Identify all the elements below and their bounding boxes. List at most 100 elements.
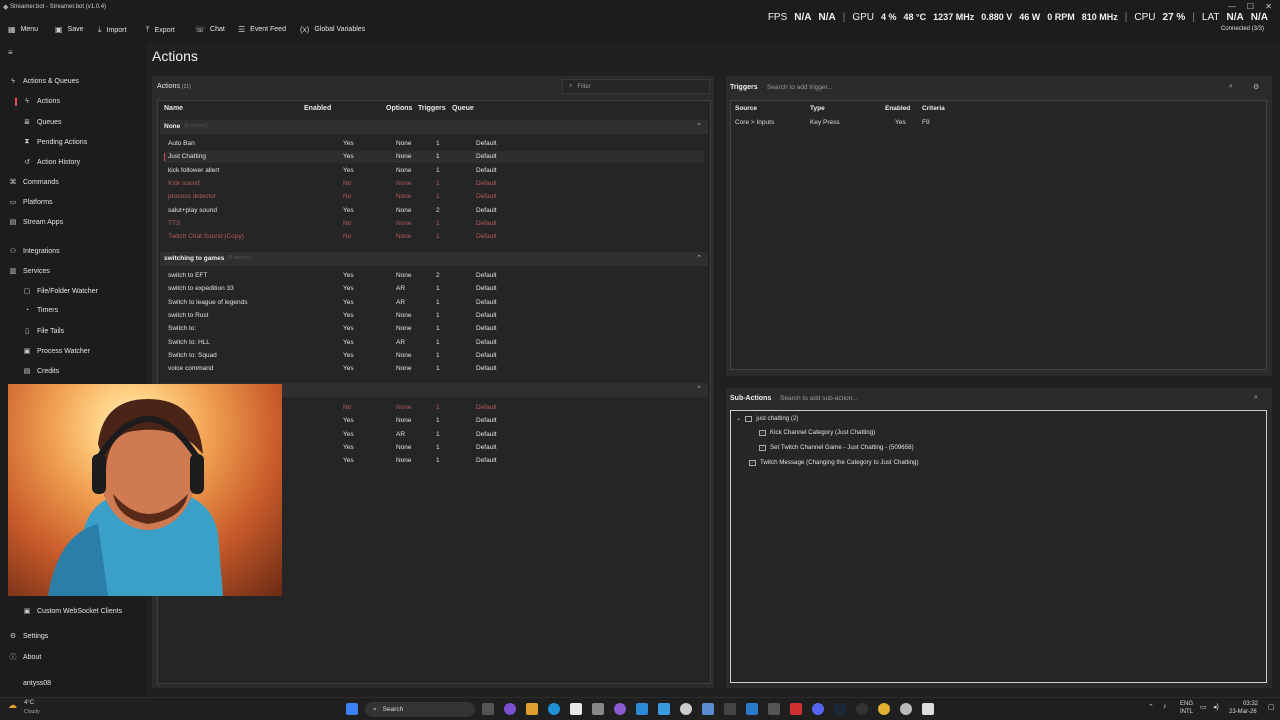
column-header-criteria[interactable]: Criteria <box>922 105 945 112</box>
subaction-item[interactable]: ✓ Twitch Message (Changing the Category t… <box>749 459 919 466</box>
chevron-up-icon[interactable]: ⌃ <box>696 122 702 130</box>
group-header[interactable]: None (8 actions) ⌃ <box>160 120 708 134</box>
column-header-name[interactable]: Name <box>164 105 183 112</box>
notification-icon[interactable]: ▢ <box>1268 703 1275 711</box>
trigger-source[interactable]: Core > Inputs <box>735 119 774 126</box>
table-row[interactable]: switch to Rust Yes None 1 Default <box>164 310 704 322</box>
column-header-triggers[interactable]: Triggers <box>418 105 446 112</box>
sidebar-item-settings[interactable]: ⚙ Settings <box>9 632 48 641</box>
weather-temp[interactable]: 4°C <box>24 700 34 706</box>
app-icon[interactable] <box>724 703 736 715</box>
app-icon[interactable] <box>922 703 934 715</box>
app-icon[interactable] <box>658 703 670 715</box>
table-row[interactable]: Kick sound No None 1 Default <box>164 178 704 190</box>
app-icon[interactable] <box>592 703 604 715</box>
microphone-icon[interactable]: ♪ <box>1163 703 1167 710</box>
sidebar-item-stream-apps[interactable]: ▤ Stream Apps <box>9 218 63 227</box>
table-row[interactable]: Switch to league of legends Yes AR 1 Default <box>164 297 704 309</box>
edge-icon[interactable] <box>548 703 560 715</box>
table-row[interactable]: switch to expedition 33 Yes AR 1 Default <box>164 283 704 295</box>
subaction-item[interactable]: ✓ Set Twitch Channel Game - Just Chatting… <box>759 444 914 451</box>
obs-icon[interactable] <box>856 703 868 715</box>
table-row[interactable]: Twitch Chat Sound (Copy) No None 1 Default <box>164 231 704 243</box>
trigger-criteria[interactable]: F9 <box>922 119 930 126</box>
app-icon[interactable] <box>746 703 758 715</box>
filter-input[interactable]: ⌕ Filter <box>562 79 710 94</box>
trigger-type[interactable]: Key Press <box>810 119 840 126</box>
app-icon[interactable] <box>680 703 692 715</box>
sidebar-item-commands[interactable]: ⌘ Commands <box>9 178 59 187</box>
checkbox-icon[interactable]: ✓ <box>759 444 766 451</box>
sidebar-item-custom-websocket-clients[interactable]: ▣ Custom WebSocket Clients <box>23 607 122 616</box>
export-button[interactable]: ⤒ Export <box>146 25 175 35</box>
event-feed-button[interactable]: ☰ Event Feed <box>238 25 286 34</box>
sidebar-item-pending-actions[interactable]: ⧗ Pending Actions <box>23 138 88 146</box>
sidebar-item-platforms[interactable]: ▭ Platforms <box>9 198 53 207</box>
column-header-options[interactable]: Options <box>386 105 412 112</box>
column-header-type[interactable]: Type <box>810 105 825 112</box>
hamburger-icon[interactable]: ≡ <box>8 48 13 57</box>
steam-icon[interactable] <box>834 703 846 715</box>
subaction-group[interactable]: ⌄ just chatting (2) <box>736 415 799 422</box>
windows-start-icon[interactable] <box>346 703 358 715</box>
table-row[interactable]: kick follower allert Yes None 1 Default <box>164 165 704 177</box>
sidebar-item-actions-queues[interactable]: ϟ Actions & Queues <box>9 78 79 85</box>
chrome-icon[interactable] <box>878 703 890 715</box>
search-icon[interactable]: ⌕ <box>1229 83 1233 91</box>
table-row[interactable]: voice command Yes None 1 Default <box>164 363 704 375</box>
checkbox-icon[interactable]: ✓ <box>759 429 766 436</box>
trigger-search-input[interactable]: Search to add trigger... <box>767 84 833 91</box>
taskbar-search[interactable]: ⌕ Search <box>365 702 475 717</box>
checkbox-icon[interactable]: ✓ <box>749 459 756 466</box>
sidebar-item-file-folder-watcher[interactable]: ▢ File/Folder Watcher <box>23 287 98 296</box>
chevron-up-icon[interactable]: ⌃ <box>696 385 702 393</box>
close-button[interactable]: ✕ <box>1265 2 1272 11</box>
table-row[interactable]: TTS No None 1 Default <box>164 218 704 230</box>
group-header[interactable]: switching to games (8 actions) ⌃ <box>160 252 708 266</box>
sidebar-item-credits[interactable]: ▤ Credits <box>23 367 60 376</box>
table-row[interactable]: Switch to: Yes None 1 Default <box>164 323 704 335</box>
sidebar-item-integrations[interactable]: ⚇ Integrations <box>9 247 60 256</box>
column-header-queue[interactable]: Queue <box>452 105 474 112</box>
app-icon[interactable] <box>504 703 516 715</box>
language[interactable]: ENG <box>1180 701 1193 707</box>
settings-icon[interactable] <box>900 703 912 715</box>
table-row[interactable]: switch to EFT Yes None 2 Default <box>164 270 704 282</box>
table-row[interactable]: Switch to: HLL Yes AR 1 Default <box>164 337 704 349</box>
table-row-selected[interactable]: Just Chatting Yes None 1 Default <box>164 151 704 163</box>
subaction-search-input[interactable]: Search to add sub-action... <box>780 395 858 402</box>
global-variables-button[interactable]: (x) Global Variables <box>300 25 365 34</box>
subaction-item[interactable]: ✓ Kick Channel Category (Just Chatting) <box>759 429 875 436</box>
column-header-enabled[interactable]: Enabled <box>885 105 910 112</box>
sidebar-item-file-tails[interactable]: ▯ File Tails <box>23 327 64 336</box>
clock-date[interactable]: 23-Mar-26 <box>1229 709 1257 715</box>
menu-button[interactable]: ▦ Menu <box>8 25 38 34</box>
trigger-enabled[interactable]: Yes <box>895 119 906 126</box>
minimize-button[interactable]: — <box>1228 2 1236 11</box>
chevron-up-icon[interactable]: ⌃ <box>696 254 702 262</box>
app-icon[interactable] <box>636 703 648 715</box>
sidebar-item-process-watcher[interactable]: ▣ Process Watcher <box>23 347 90 356</box>
app-icon[interactable] <box>702 703 714 715</box>
connection-status[interactable]: Connected (3/3) <box>1221 26 1264 32</box>
sidebar-item-user[interactable]: antyss08 <box>9 680 51 687</box>
clock-time[interactable]: 03:32 <box>1243 701 1258 707</box>
task-view-icon[interactable] <box>482 703 494 715</box>
search-icon[interactable]: ⌕ <box>1254 394 1258 402</box>
sidebar-item-action-history[interactable]: ↺ Action History <box>23 158 80 167</box>
discord-icon[interactable] <box>812 703 824 715</box>
chat-button[interactable]: ☏ Chat <box>195 25 225 34</box>
sidebar-item-actions[interactable]: ϟ Actions <box>23 98 60 105</box>
maximize-button[interactable]: ☐ <box>1247 2 1254 11</box>
chevron-up-icon[interactable]: ⌃ <box>1148 703 1154 711</box>
import-button[interactable]: ⤓ Import <box>98 25 126 35</box>
sidebar-item-queues[interactable]: ≣ Queues <box>23 118 61 127</box>
column-header-source[interactable]: Source <box>735 105 757 112</box>
volume-icon[interactable]: ◂) <box>1213 703 1219 711</box>
network-icon[interactable]: ▭ <box>1200 703 1207 711</box>
sidebar-item-timers[interactable]: ◔ Timers <box>23 307 58 314</box>
chevron-down-icon[interactable]: ⌄ <box>736 415 741 422</box>
table-row[interactable]: Auto Ban Yes None 1 Default <box>164 138 704 150</box>
app-icon[interactable] <box>570 703 582 715</box>
table-row[interactable]: salut+play sound Yes None 2 Default <box>164 205 704 217</box>
